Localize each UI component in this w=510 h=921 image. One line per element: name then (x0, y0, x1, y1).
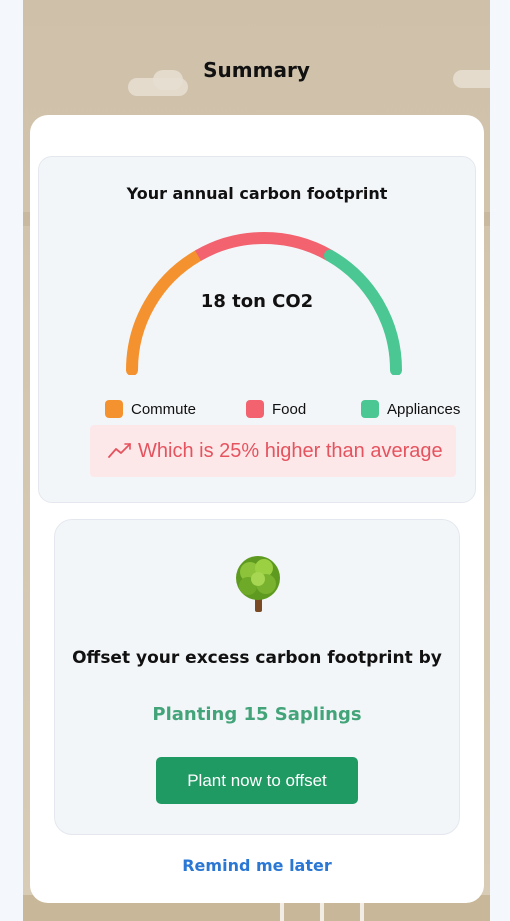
legend-item-commute: Commute (105, 398, 196, 420)
summary-card: Your annual carbon footprint 18 ton CO2 … (30, 115, 484, 903)
legend-item-appliances: Appliances (361, 398, 460, 420)
gauge-segment-food (194, 232, 333, 261)
remind-later-link[interactable]: Remind me later (30, 856, 484, 875)
legend-item-food: Food (246, 398, 306, 420)
plant-now-button[interactable]: Plant now to offset (156, 757, 358, 804)
footprint-panel: Your annual carbon footprint 18 ton CO2 … (38, 156, 476, 503)
trend-up-icon (108, 443, 131, 458)
offset-action-text: Planting 15 Saplings (152, 704, 362, 725)
page-title: Summary (203, 58, 310, 82)
footprint-heading: Your annual carbon footprint (126, 184, 388, 203)
background-scene: Summary Your annual carbon footprint 18 … (23, 0, 490, 921)
footprint-value: 18 ton CO2 (200, 291, 314, 312)
tree-icon (236, 556, 280, 612)
legend-label: Food (272, 400, 307, 418)
legend-label: Appliances (387, 400, 461, 418)
offset-heading: Offset your excess carbon footprint by (72, 648, 442, 668)
legend-swatch (105, 400, 123, 418)
offset-panel: Offset your excess carbon footprint by P… (54, 519, 460, 835)
legend-label: Commute (131, 400, 197, 418)
gauge-segment-appliances (323, 249, 402, 375)
comparison-text: Which is 25% higher than average (138, 439, 443, 462)
legend-swatch (246, 400, 264, 418)
gauge-segment-commute (126, 249, 204, 375)
comparison-banner: Which is 25% higher than average (90, 425, 456, 477)
legend-swatch (361, 400, 379, 418)
